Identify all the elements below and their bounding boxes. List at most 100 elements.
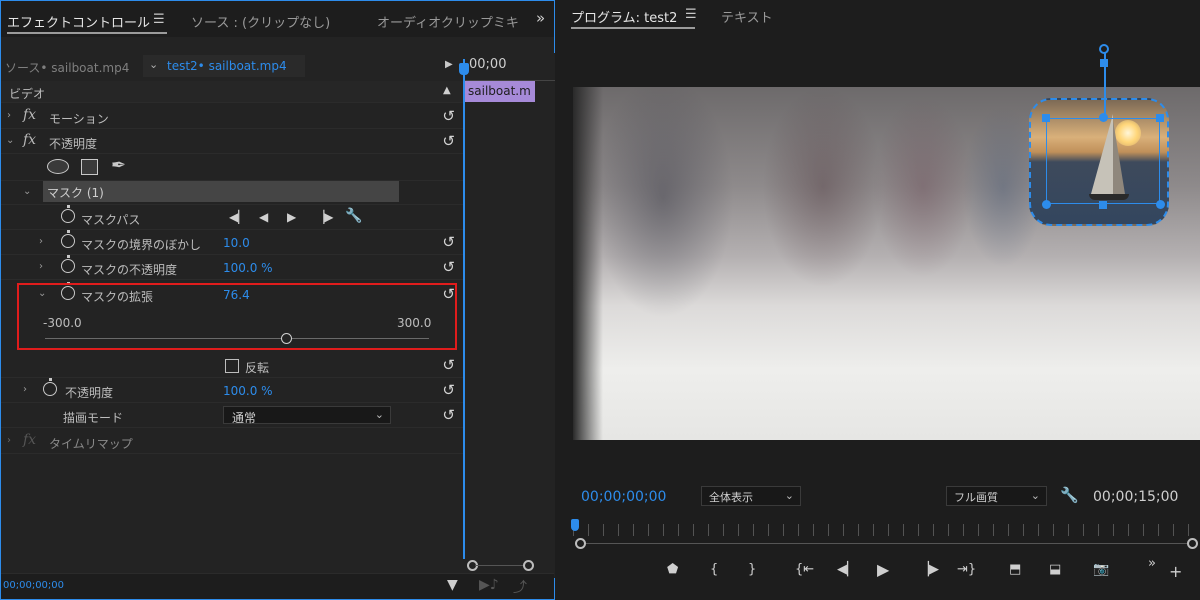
target-clip-dropdown[interactable]: ⌄ test2• sailboat.mp4: [143, 55, 305, 77]
active-tab-underline: [7, 32, 167, 34]
hamburger-menu-icon[interactable]: ☰: [685, 7, 697, 22]
effect-timeline[interactable]: 00;00 sailboat.m: [459, 53, 555, 578]
reset-icon[interactable]: ↺: [442, 132, 455, 150]
slider-min-label: -300.0: [43, 316, 82, 330]
mask-vertex-bottom-right[interactable]: [1156, 200, 1165, 209]
ellipse-mask-icon[interactable]: [47, 159, 69, 174]
mask-shape-tools: ✒: [1, 155, 463, 181]
play-triangle-icon[interactable]: ▶: [445, 59, 453, 70]
program-zoom-bar[interactable]: [581, 543, 1193, 544]
rotation-handle[interactable]: [1099, 44, 1109, 54]
rectangle-mask-icon[interactable]: [81, 159, 98, 175]
mark-out-icon[interactable]: }: [748, 562, 756, 577]
invert-row: 反転 ↺: [1, 354, 463, 378]
opacity-group-row: ⌄ fx 不透明度 ↺: [1, 130, 463, 154]
mask-expansion-slider-thumb[interactable]: [280, 333, 292, 344]
expand-chevron-icon[interactable]: ›: [7, 435, 11, 446]
active-tab-underline: [571, 27, 695, 29]
mask-vertex-bottom-left[interactable]: [1042, 200, 1051, 209]
opacity-row: › 不透明度 100.0 % ↺: [1, 378, 463, 403]
tab-audio-clip-mixer[interactable]: オーディオクリップミキ: [377, 12, 519, 31]
mask-vertex-bottom-center[interactable]: [1099, 201, 1107, 209]
timeline-zoom-bar[interactable]: [475, 565, 525, 566]
extract-icon[interactable]: ⬓: [1049, 562, 1061, 577]
expand-chevron-icon[interactable]: ›: [23, 384, 27, 395]
playback-quality-select[interactable]: フル画質 ⌄: [946, 486, 1047, 506]
more-buttons-icon[interactable]: »: [1148, 556, 1156, 571]
go-to-in-icon[interactable]: {⇤: [795, 562, 814, 577]
expand-chevron-icon[interactable]: ›: [7, 110, 11, 121]
timeline-zoom-end-handle[interactable]: [523, 560, 534, 571]
timeline-time: 00;00: [469, 57, 507, 72]
mask-header[interactable]: マスク (1): [43, 181, 399, 202]
video-section-label: ビデオ: [9, 87, 46, 101]
mask-vertex-top-center[interactable]: [1099, 113, 1108, 122]
play-icon[interactable]: ▶: [877, 560, 889, 579]
step-back-icon[interactable]: ◀▏: [837, 562, 857, 577]
effect-panel-tabs: エフェクトコントロール ☰ ソース : (クリップなし) オーディオクリップミキ…: [1, 1, 554, 37]
tab-source[interactable]: ソース : (クリップなし): [191, 12, 330, 31]
collapse-chevron-icon[interactable]: ⌄: [23, 186, 31, 197]
zoom-start-handle[interactable]: [575, 538, 586, 549]
pen-mask-icon[interactable]: ✒: [111, 155, 126, 176]
track-backward-icon[interactable]: ◀: [259, 210, 268, 224]
step-forward-icon[interactable]: ▕▶: [919, 562, 939, 577]
mask-expansion-slider-track[interactable]: [45, 338, 429, 339]
blend-mode-select[interactable]: 通常 ⌄: [223, 406, 391, 425]
tab-effect-controls[interactable]: エフェクトコントロール: [7, 12, 150, 31]
motion-label: モーション: [49, 112, 109, 126]
stopwatch-icon[interactable]: [43, 378, 57, 396]
zoom-end-handle[interactable]: [1187, 538, 1198, 549]
reset-icon[interactable]: ↺: [442, 406, 455, 424]
track-forward-step-icon[interactable]: ▕▶: [315, 210, 333, 224]
stopwatch-icon[interactable]: [61, 255, 75, 273]
reset-icon[interactable]: ↺: [442, 233, 455, 251]
current-timecode[interactable]: 00;00;00;00: [581, 489, 666, 505]
opacity-label: 不透明度: [65, 386, 114, 400]
mask-feather-value[interactable]: 10.0: [223, 236, 250, 250]
fx-icon[interactable]: fx: [23, 107, 36, 123]
track-forward-icon[interactable]: ▶: [287, 210, 296, 224]
fx-icon[interactable]: fx: [23, 132, 36, 148]
zoom-level-select[interactable]: 全体表示 ⌄: [701, 486, 801, 506]
mask-bounding-box[interactable]: [1046, 118, 1160, 204]
opacity-value[interactable]: 100.0 %: [223, 384, 273, 398]
button-editor-icon[interactable]: +: [1169, 562, 1182, 581]
mark-in-icon[interactable]: {: [710, 562, 718, 577]
lift-icon[interactable]: ⬒: [1009, 562, 1021, 577]
add-marker-icon[interactable]: ⬟: [667, 562, 678, 577]
wrench-icon[interactable]: 🔧: [345, 208, 362, 224]
filter-icon[interactable]: ▼: [447, 577, 458, 593]
program-time-ruler[interactable]: [573, 524, 1200, 536]
reset-icon[interactable]: ↺: [442, 356, 455, 374]
anchor-top-handle[interactable]: [1100, 59, 1108, 67]
stopwatch-icon[interactable]: [61, 205, 75, 223]
expand-chevron-icon[interactable]: ›: [39, 261, 43, 272]
wrench-icon[interactable]: 🔧: [1060, 486, 1079, 504]
invert-checkbox[interactable]: [225, 359, 239, 373]
mask-vertex-top-left[interactable]: [1042, 114, 1050, 122]
hamburger-menu-icon[interactable]: ☰: [153, 12, 165, 27]
mask-opacity-value[interactable]: 100.0 %: [223, 261, 273, 275]
track-backward-step-icon[interactable]: ◀▏: [229, 210, 247, 224]
more-tabs-icon[interactable]: »: [536, 9, 545, 27]
timeline-playhead[interactable]: [459, 59, 469, 559]
reset-icon[interactable]: ↺: [442, 107, 455, 125]
program-playhead[interactable]: [571, 519, 579, 531]
go-to-out-icon[interactable]: ⇥}: [957, 562, 976, 577]
export-frame-icon[interactable]: 📷: [1093, 562, 1109, 577]
tab-text[interactable]: テキスト: [721, 7, 773, 26]
opacity-group-label: 不透明度: [49, 137, 98, 151]
playhead-handle[interactable]: [459, 63, 469, 75]
collapse-up-icon[interactable]: ▲: [443, 85, 451, 96]
reset-icon[interactable]: ↺: [442, 381, 455, 399]
footer-timecode[interactable]: 00;00;00;00: [3, 580, 64, 591]
reset-icon[interactable]: ↺: [442, 258, 455, 276]
stopwatch-icon[interactable]: [61, 230, 75, 248]
blend-mode-label: 描画モード: [63, 411, 124, 425]
timeline-clip[interactable]: sailboat.m: [465, 81, 535, 102]
tab-program[interactable]: プログラム: test2: [571, 7, 677, 26]
expand-chevron-icon[interactable]: ›: [39, 236, 43, 247]
collapse-chevron-icon[interactable]: ⌄: [6, 135, 14, 146]
mask-vertex-top-right[interactable]: [1156, 114, 1164, 122]
